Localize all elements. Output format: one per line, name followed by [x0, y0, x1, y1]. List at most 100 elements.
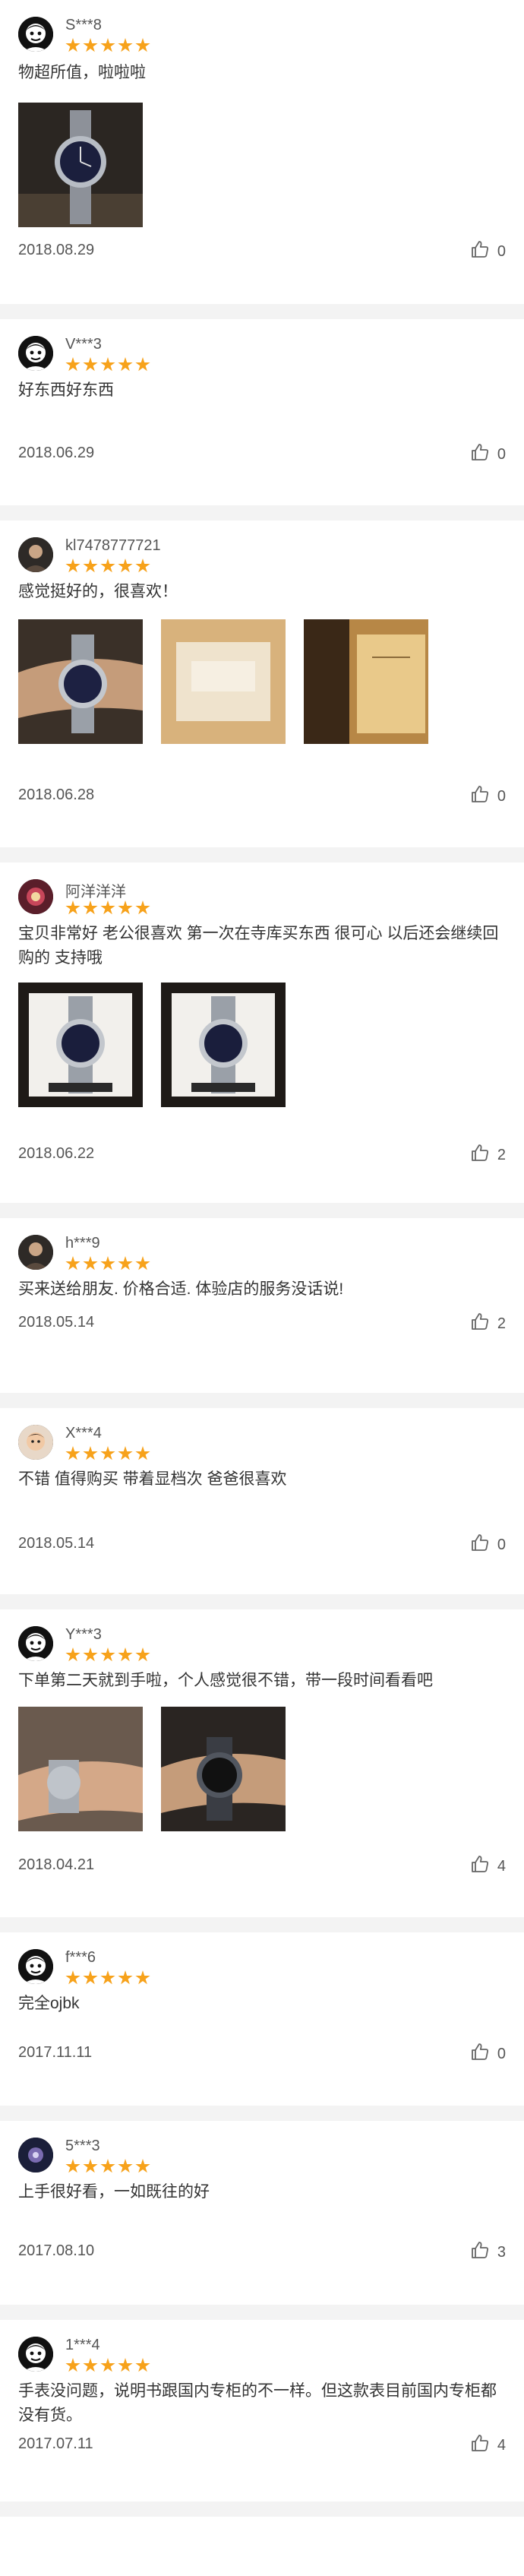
review-separator: [0, 2106, 524, 2121]
reviewer-name: V***3: [65, 336, 102, 353]
review-text: 物超所值，啦啦啦: [18, 64, 146, 81]
watch-on-wrist-steel-photo[interactable]: [18, 1707, 143, 1831]
review-item: 5***3 上手很好看，一如既往的好 2017.08.10 3: [0, 2121, 524, 2305]
watch-photo-dark-dial[interactable]: [18, 103, 143, 227]
star-rating: [65, 2358, 150, 2373]
star-icon: [100, 2358, 115, 2372]
star-icon: [65, 1446, 80, 1460]
reviewer-name: S***8: [65, 17, 102, 33]
like-button[interactable]: 0: [470, 1533, 506, 1557]
star-icon: [118, 1446, 133, 1460]
star-icon: [135, 1256, 150, 1271]
star-icon: [100, 1647, 115, 1662]
star-rating: [65, 1970, 150, 1986]
star-icon: [135, 1970, 150, 1985]
star-icon: [65, 2159, 80, 2173]
thumbs-up-icon: [470, 239, 490, 264]
like-button[interactable]: 0: [470, 784, 506, 809]
star-icon: [65, 900, 80, 915]
star-icon: [83, 2159, 98, 2173]
cartoon-avatar-icon[interactable]: [18, 1626, 53, 1661]
review-separator: [0, 1203, 524, 1218]
review-separator: [0, 304, 524, 319]
review-text: 下单第二天就到手啦，个人感觉很不错，带一段时间看看吧: [18, 1672, 433, 1689]
review-date: 2018.06.29: [18, 445, 95, 461]
review-date: 2017.08.10: [18, 2242, 95, 2259]
star-icon: [83, 1970, 98, 1985]
cartoon-avatar-icon[interactable]: [18, 2337, 53, 2372]
star-icon: [100, 559, 115, 573]
like-button[interactable]: 2: [470, 1143, 506, 1167]
star-rating: [65, 2159, 150, 2174]
star-icon: [118, 1970, 133, 1985]
review-separator: [0, 847, 524, 862]
watch-in-case-photo-2[interactable]: [161, 983, 286, 1107]
portrait-avatar-icon[interactable]: [18, 1235, 53, 1270]
child-avatar-icon[interactable]: [18, 1425, 53, 1460]
reviewer-name: 阿洋洋洋: [65, 884, 126, 900]
star-icon: [83, 2358, 98, 2372]
like-count: 4: [497, 2436, 506, 2454]
cartoon-avatar-icon[interactable]: [18, 336, 53, 371]
like-button[interactable]: 0: [470, 2042, 506, 2066]
like-count: 0: [497, 787, 506, 805]
review-item: 1***4 手表没问题，说明书跟国内专柜的不一样。但这款表目前国内专柜都没有货。 2…: [0, 2320, 524, 2502]
star-icon: [83, 38, 98, 52]
like-count: 2: [497, 1315, 506, 1332]
star-icon: [118, 559, 133, 573]
thumbs-up-icon: [470, 2042, 490, 2066]
review-date: 2018.08.29: [18, 242, 95, 258]
watch-in-case-photo[interactable]: [18, 983, 143, 1107]
star-icon: [100, 1446, 115, 1460]
dark-avatar-icon[interactable]: [18, 2138, 53, 2173]
star-icon: [83, 357, 98, 372]
like-button[interactable]: 3: [470, 2240, 506, 2264]
reviewer-name: 5***3: [65, 2138, 100, 2154]
star-icon: [135, 2358, 150, 2372]
portrait-avatar-icon[interactable]: [18, 537, 53, 572]
star-rating: [65, 900, 150, 916]
star-rating: [65, 357, 150, 372]
review-date: 2018.06.28: [18, 786, 95, 803]
star-icon: [118, 2159, 133, 2173]
like-count: 0: [497, 242, 506, 260]
star-icon: [135, 1647, 150, 1662]
review-text: 买来送给朋友. 价格合适. 体验店的服务没话说!: [18, 1280, 344, 1298]
like-button[interactable]: 4: [470, 2433, 506, 2457]
review-separator: [0, 2305, 524, 2320]
review-separator: [0, 1393, 524, 1408]
star-icon: [83, 1647, 98, 1662]
review-date: 2018.05.14: [18, 1314, 95, 1331]
watch-box-photo[interactable]: [161, 619, 286, 744]
thumbs-up-icon: [470, 2433, 490, 2457]
star-icon: [135, 1446, 150, 1460]
flower-avatar-icon[interactable]: [18, 879, 53, 914]
like-button[interactable]: 4: [470, 1854, 506, 1878]
star-icon: [65, 1970, 80, 1985]
star-icon: [100, 2159, 115, 2173]
like-button[interactable]: 2: [470, 1312, 506, 1336]
review-date: 2017.11.11: [18, 2044, 93, 2061]
star-rating: [65, 559, 150, 574]
star-icon: [65, 38, 80, 52]
watch-on-wrist-photo[interactable]: [18, 619, 143, 744]
star-icon: [83, 559, 98, 573]
review-item: Y***3 下单第二天就到手啦，个人感觉很不错，带一段时间看看吧 2018.04.2…: [0, 1609, 524, 1917]
watch-on-wrist-dark-photo[interactable]: [161, 1707, 286, 1831]
cartoon-avatar-icon[interactable]: [18, 1949, 53, 1984]
review-text: 好东西好东西: [18, 381, 114, 399]
like-count: 0: [497, 445, 506, 463]
thumbs-up-icon: [470, 1854, 490, 1878]
review-text: 上手很好看，一如既往的好: [18, 2183, 210, 2201]
review-text: 手表没问题，说明书跟国内专柜的不一样。但这款表目前国内专柜都没有货。: [18, 2382, 497, 2424]
star-icon: [135, 900, 150, 915]
like-button[interactable]: 0: [470, 239, 506, 264]
thumbs-up-icon: [470, 1143, 490, 1167]
star-icon: [65, 1256, 80, 1271]
review-item: S***8 物超所值，啦啦啦 2018.08.29 0: [0, 0, 524, 304]
cartoon-avatar-icon[interactable]: [18, 17, 53, 52]
like-button[interactable]: 0: [470, 442, 506, 467]
warranty-card-photo[interactable]: [304, 619, 428, 744]
review-date: 2018.06.22: [18, 1145, 95, 1162]
review-item: X***4 不错 值得购买 带着显档次 爸爸很喜欢 2018.05.14 0: [0, 1408, 524, 1594]
